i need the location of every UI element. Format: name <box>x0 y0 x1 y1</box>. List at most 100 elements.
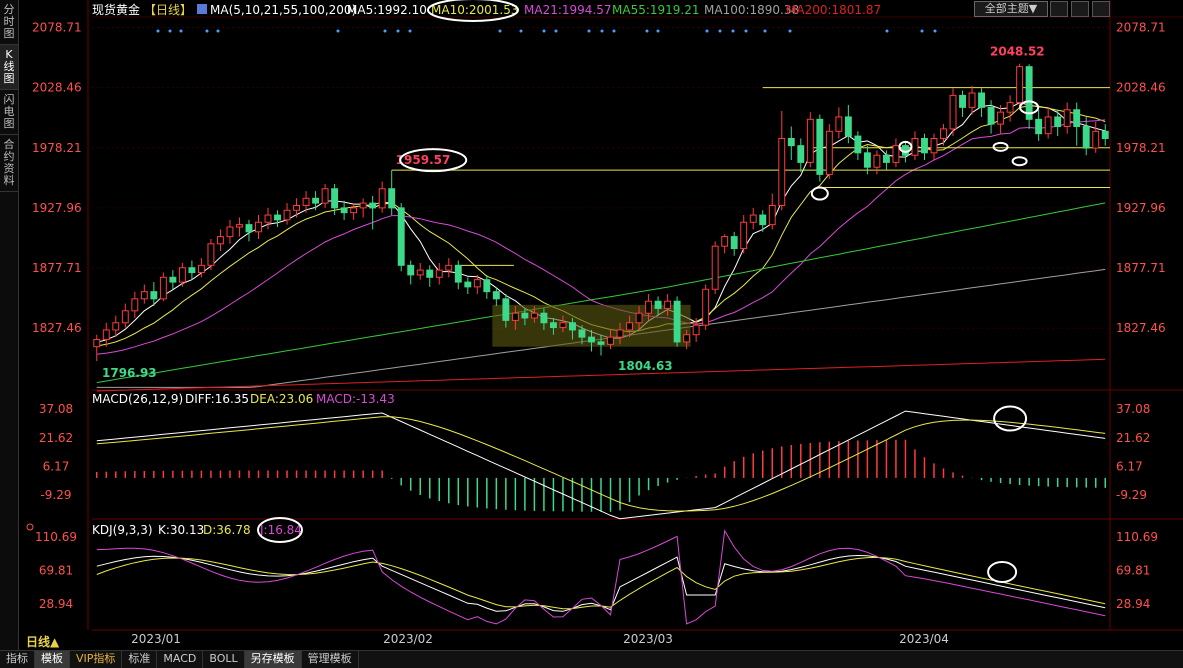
candle-body <box>283 209 291 221</box>
candle-body <box>749 214 757 223</box>
header-ma10: MA10:2001.53 <box>431 3 519 17</box>
highlight-ellipse <box>992 141 1009 152</box>
window-maximize-button[interactable] <box>1071 1 1089 17</box>
candle-body <box>236 224 243 228</box>
signal-dot <box>705 29 709 33</box>
candle-body <box>321 188 329 204</box>
price-axis-right-label: 2028.46 <box>1116 81 1166 95</box>
signal-dot <box>933 29 937 33</box>
candle-body <box>863 152 871 168</box>
toolbar-button-2[interactable]: VIP指标 <box>70 651 123 668</box>
price-axis-left-label: 2078.71 <box>32 21 82 35</box>
signal-dot <box>656 29 660 33</box>
candle-body <box>388 188 396 209</box>
kdj-j-line <box>96 529 1106 625</box>
candle-body <box>350 207 358 214</box>
price-axis-left-label: 1927.96 <box>32 201 82 215</box>
candle-body <box>635 312 643 324</box>
candle-body <box>150 291 158 300</box>
candle-body <box>882 154 890 163</box>
theme-select[interactable]: 全部主题▼ <box>974 1 1048 17</box>
header-period: 【日线】 <box>144 3 192 17</box>
header-ma21: MA21:1994.57 <box>524 3 612 17</box>
candle-body <box>730 236 738 250</box>
candle-body <box>1025 66 1033 120</box>
candle-body <box>492 291 500 300</box>
candle-body <box>416 269 424 276</box>
candle-body <box>607 336 614 345</box>
signal-dot <box>156 29 160 33</box>
signal-dot <box>542 29 546 33</box>
macd-axis-left-label: 21.62 <box>39 431 73 445</box>
candle-body <box>407 264 415 276</box>
signal-dot <box>383 29 387 33</box>
candle-body <box>502 298 510 321</box>
header-ma5: MA5:1992.10 <box>347 3 427 17</box>
candle-body <box>293 204 301 211</box>
toolbar-button-1[interactable]: 模板 <box>35 651 70 668</box>
candle-body <box>940 128 947 139</box>
candle-body <box>673 300 681 343</box>
candle-body <box>1092 130 1100 149</box>
candle-body <box>473 279 481 288</box>
candle-body <box>93 339 101 348</box>
macd-axis-left-label: 6.17 <box>43 459 70 473</box>
header-symbol: 现货黄金 <box>92 2 140 17</box>
macd-title: MACD(26,12,9) <box>92 392 183 406</box>
candle-body <box>597 341 605 345</box>
toolbar-button-6[interactable]: 另存模板 <box>244 651 302 668</box>
price-axis-right-label: 1978.21 <box>1116 141 1166 155</box>
candle-body <box>464 281 472 288</box>
candle-body <box>207 243 215 266</box>
highlight-ellipse-kdj-cross <box>987 560 1018 583</box>
candle-body <box>226 226 234 238</box>
kline-chart[interactable]: 2078.71 2078.71 2028.46 2028.46 1978.21 1978.… <box>0 0 1183 650</box>
price-axis-left-label: 2028.46 <box>32 81 82 95</box>
kdj-axis-right-label: 110.69 <box>1116 530 1158 544</box>
toolbar-button-0[interactable]: 指标 <box>0 651 35 668</box>
kdj-title: KDJ(9,3,3) <box>92 523 153 537</box>
ma200-line <box>96 358 1106 392</box>
kdj-d: D:36.78 <box>203 523 251 537</box>
candle-body <box>331 188 339 209</box>
period-label[interactable]: 日线▲ <box>26 633 59 650</box>
candle-body <box>588 336 595 343</box>
candle-body <box>997 111 1005 125</box>
candle-body <box>797 145 805 163</box>
x-axis-label: 2023/03 <box>623 632 673 646</box>
candle-body <box>711 245 719 290</box>
candle-body <box>426 269 434 278</box>
price-axis-right-label: 1827.46 <box>1116 321 1166 335</box>
window-close-button[interactable] <box>1092 1 1110 17</box>
signal-dot <box>408 29 412 33</box>
toolbar-button-4[interactable]: MACD <box>157 651 204 668</box>
signal-dot <box>612 29 616 33</box>
toolbar-button-3[interactable]: 标准 <box>122 651 158 668</box>
price-axis-left-label: 1877.71 <box>32 261 82 275</box>
kdj-axis-right-label: 69.81 <box>1116 563 1150 577</box>
ma-settings-icon <box>197 4 207 14</box>
candle-body <box>626 322 633 331</box>
signal-dot <box>216 29 220 33</box>
window-restore-button[interactable] <box>1050 1 1068 17</box>
candle-body <box>901 145 909 156</box>
candle-body <box>521 312 529 319</box>
kdj-j: J:16.84 <box>259 523 302 537</box>
candle-body <box>835 116 843 132</box>
candle-body <box>1054 116 1062 128</box>
candle-body <box>511 312 519 321</box>
candle-body <box>169 276 177 283</box>
candle-body <box>968 92 976 108</box>
price-axis-left-label: 1978.21 <box>32 141 82 155</box>
candle-body <box>702 288 710 326</box>
candle-body <box>959 94 966 108</box>
candle-body <box>445 264 453 271</box>
kdj-settings-icon <box>26 523 34 531</box>
toolbar-button-5[interactable]: BOLL <box>203 651 245 668</box>
candle-body <box>778 137 786 206</box>
x-axis-label: 2023/04 <box>899 632 949 646</box>
candle-body <box>787 137 795 147</box>
toolbar-button-7[interactable]: 管理模板 <box>302 651 359 668</box>
candle-body <box>264 214 272 223</box>
signal-dot <box>885 29 889 33</box>
